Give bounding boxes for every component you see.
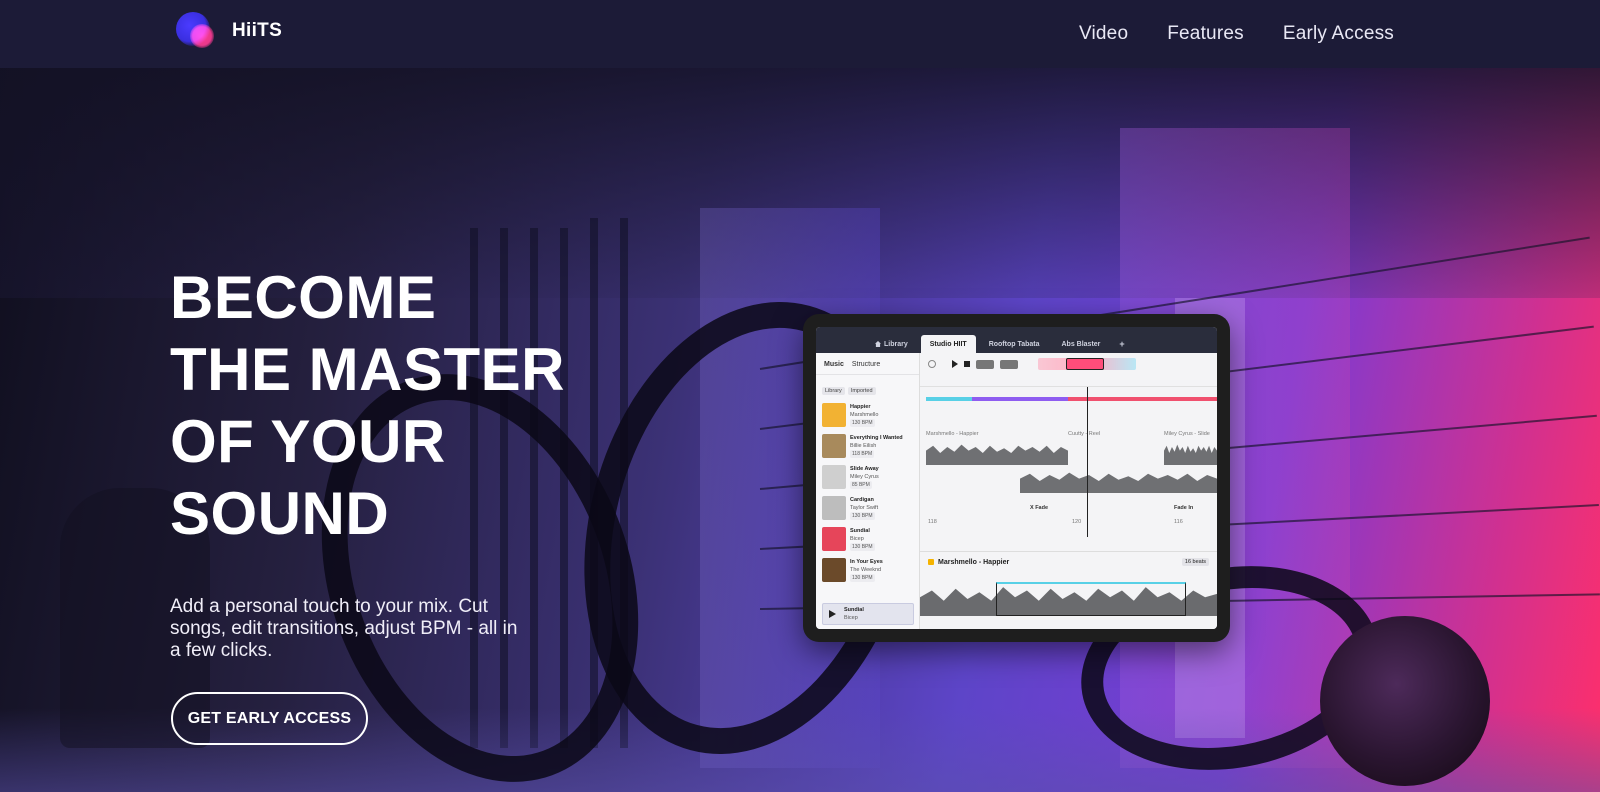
album-art — [822, 464, 846, 489]
library-header: Music Structure — [816, 353, 919, 375]
album-art — [822, 402, 846, 427]
track-waveform — [926, 444, 1068, 465]
beats-selector: 16 beats — [1181, 558, 1209, 566]
headline-line: THE MASTER — [170, 336, 565, 403]
album-art — [822, 526, 846, 551]
brand-logo[interactable]: HiiTS — [174, 8, 282, 54]
now-playing-bar: Sundial Bicep — [822, 603, 914, 625]
brand-name: HiiTS — [232, 20, 283, 41]
library-song-item: In Your Eyes The Weeknd 130 BPM — [816, 554, 919, 585]
app-tab-abs-blaster: Abs Blaster — [1061, 340, 1101, 348]
library-song-item: Happier Marshmello 130 BPM — [816, 399, 919, 430]
nav-link-video[interactable]: Video — [1079, 23, 1128, 45]
track-label: Marshmello - Happier — [926, 431, 979, 437]
headline-line: SOUND — [170, 480, 390, 547]
timeline-ruler — [920, 375, 1217, 387]
loop-icon — [928, 360, 936, 368]
transition-label: X Fade — [1030, 505, 1049, 511]
library-song-list: Happier Marshmello 130 BPM Everything I Wan… — [816, 399, 919, 585]
track-label: Cuutty - Reel — [1068, 431, 1101, 437]
track-color-icon — [928, 559, 934, 565]
album-art — [822, 433, 846, 458]
app-tab-bar: Library Studio HIIT Rooftop Tabata Abs B… — [816, 327, 1217, 353]
app-studio-panel: Marshmello - Happier Cuutty - Reel Miley… — [920, 353, 1217, 629]
album-art — [822, 495, 846, 520]
app-tab-library: Library — [866, 335, 917, 353]
app-tab-rooftop-tabata: Rooftop Tabata — [988, 340, 1040, 348]
app-tab-add: + — [1119, 339, 1125, 349]
app-preview-screen: Library Studio HIIT Rooftop Tabata Abs B… — [816, 327, 1217, 629]
play-icon — [952, 360, 958, 368]
logo-icon — [174, 8, 220, 54]
library-song-item: Everything I Wanted Billie Eilish 118 BPM — [816, 430, 919, 461]
clip-region — [996, 582, 1186, 616]
app-preview-tablet: Library Studio HIIT Rooftop Tabata Abs B… — [803, 314, 1230, 642]
top-navbar: HiiTS Video Features Early Access — [0, 0, 1600, 68]
bpm-value: 120 — [1072, 519, 1082, 525]
library-song-item: Slide Away Miley Cyrus 85 BPM — [816, 461, 919, 492]
nav-link-early-access[interactable]: Early Access — [1283, 23, 1394, 45]
overview-minimap — [1038, 358, 1136, 370]
track-waveform — [1020, 472, 1217, 493]
clip-editor-header: Marshmello - Happier 16 beats — [920, 552, 1217, 572]
studio-toolbar — [920, 353, 1217, 375]
play-icon — [829, 610, 836, 618]
get-early-access-button[interactable]: GET EARLY ACCESS — [171, 692, 368, 745]
playhead — [1087, 387, 1088, 537]
track-label: Miley Cyrus - Slide — [1164, 431, 1210, 437]
time-display — [1000, 359, 1018, 369]
headline-line: OF YOUR — [170, 408, 446, 475]
album-art — [822, 557, 846, 582]
time-display — [976, 359, 994, 369]
nav-link-features[interactable]: Features — [1167, 23, 1244, 45]
structure-sections — [920, 387, 1217, 407]
hero-subtext: Add a personal touch to your mix. Cut so… — [170, 596, 518, 661]
clip-editor: Marshmello - Happier 16 beats — [920, 551, 1217, 629]
bpm-value: 118 — [928, 519, 937, 525]
app-tab-studio-hiit: Studio HIIT — [920, 335, 976, 353]
library-filters: Library Imported — [816, 375, 919, 399]
stop-icon — [964, 361, 970, 367]
bpm-value: 116 — [1174, 519, 1183, 525]
headline-line: BECOME — [170, 264, 437, 331]
transition-label: Fade In — [1174, 505, 1194, 511]
hero-headline: BECOME THE MASTER OF YOUR SOUND — [170, 262, 630, 550]
home-icon — [875, 341, 881, 347]
track-waveform — [1164, 444, 1217, 465]
nav-links: Video Features Early Access — [1079, 0, 1394, 68]
medicine-ball — [1320, 616, 1490, 786]
library-song-item: Cardigan Taylor Swift 130 BPM — [816, 492, 919, 523]
library-song-item: Sundial Bicep 130 BPM — [816, 523, 919, 554]
app-library-panel: Music Structure Library Imported Happier… — [816, 353, 920, 629]
